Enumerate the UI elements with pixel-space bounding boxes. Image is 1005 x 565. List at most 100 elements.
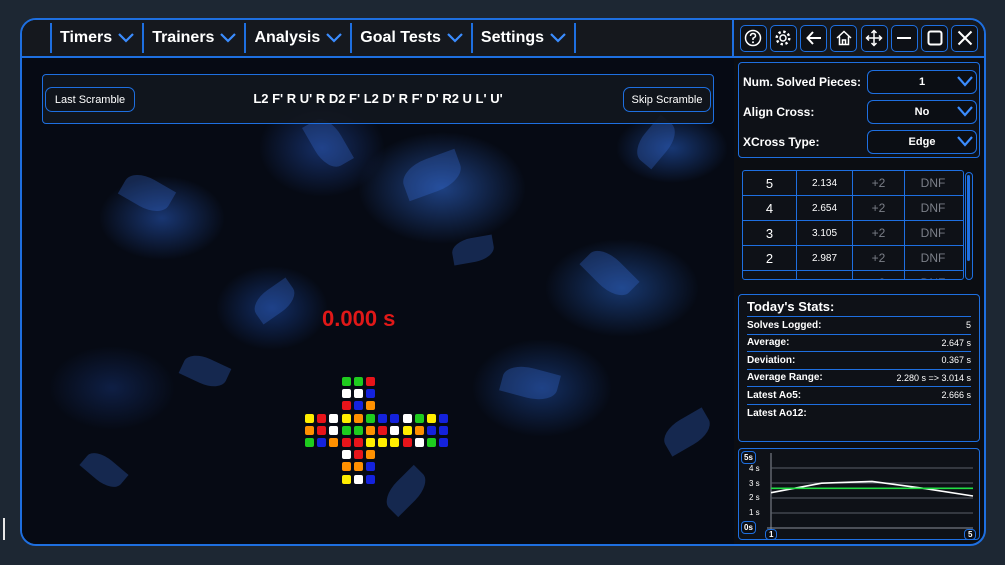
- minimize-button[interactable]: [890, 24, 918, 52]
- cube-sticker: [439, 425, 449, 435]
- x-end-badge: 5: [964, 529, 977, 540]
- settings-button[interactable]: [769, 24, 797, 52]
- help-button[interactable]: [739, 24, 767, 52]
- menu-label: Trainers: [152, 29, 215, 46]
- cube-sticker: [353, 450, 363, 460]
- app-window: Timers Trainers Analysis Goal Tests Sett…: [20, 18, 986, 546]
- solve-time: 3.105: [797, 221, 853, 245]
- plus-two-button[interactable]: +2: [853, 271, 905, 279]
- cube-sticker: [341, 438, 351, 447]
- cube-sticker: [378, 425, 388, 435]
- menu-goal-tests[interactable]: Goal Tests: [350, 23, 471, 53]
- align-cross-select[interactable]: No: [867, 100, 977, 124]
- stat-value: 5: [965, 320, 971, 331]
- solved-pieces-row: Num. Solved Pieces: 1: [743, 69, 977, 95]
- x-start-badge: 1: [765, 529, 778, 540]
- y-max-badge: 5s: [741, 451, 756, 464]
- cube-sticker: [317, 438, 327, 447]
- solve-index: 2: [743, 246, 797, 270]
- stat-row: Latest Ao5: 2.666 s: [747, 387, 971, 405]
- maximize-icon: [927, 30, 943, 46]
- solves-scrollbar[interactable]: [965, 172, 973, 280]
- cube-sticker: [353, 425, 363, 435]
- cube-sticker: [439, 438, 449, 447]
- dnf-button[interactable]: DNF: [905, 246, 961, 270]
- timer-display: 0.000 s: [322, 306, 396, 331]
- cube-sticker: [341, 474, 351, 484]
- move-icon: [865, 29, 883, 47]
- options-panel: Num. Solved Pieces: 1 Align Cross: No XC…: [738, 62, 980, 158]
- xcross-type-select[interactable]: Edge: [867, 130, 977, 154]
- plus-two-button[interactable]: +2: [853, 196, 905, 220]
- minimize-icon: [897, 37, 912, 39]
- chevron-down-icon: [326, 33, 343, 43]
- table-row: 5 2.134 +2 DNF: [743, 171, 963, 196]
- cube-sticker: [341, 413, 351, 423]
- cube-sticker: [402, 413, 412, 423]
- cube-sticker: [305, 413, 314, 423]
- stat-label: Deviation:: [747, 354, 796, 366]
- cube-sticker: [366, 389, 375, 399]
- menu-trainers[interactable]: Trainers: [142, 23, 244, 53]
- close-button[interactable]: [951, 24, 979, 52]
- cube-sticker: [378, 438, 388, 447]
- chevron-down-icon: [118, 33, 134, 43]
- table-row: 2 2.987 +2 DNF: [743, 246, 963, 271]
- solve-time: 2.987: [797, 246, 853, 270]
- scrollbar-thumb[interactable]: [967, 175, 970, 261]
- cube-sticker: [341, 401, 351, 411]
- menu-timers[interactable]: Timers: [50, 23, 142, 53]
- plus-two-button[interactable]: +2: [853, 246, 905, 270]
- dnf-button[interactable]: DNF: [905, 171, 961, 195]
- stat-label: Average Range:: [747, 372, 823, 384]
- skip-scramble-button[interactable]: Skip Scramble: [623, 87, 711, 112]
- y-tick: 2 s: [749, 493, 760, 502]
- cube-sticker: [366, 462, 375, 472]
- solve-index: 3: [743, 221, 797, 245]
- menu-analysis[interactable]: Analysis: [244, 23, 350, 53]
- plus-two-button[interactable]: +2: [853, 221, 905, 245]
- menu-settings[interactable]: Settings: [470, 23, 577, 53]
- dnf-button[interactable]: DNF: [905, 271, 961, 279]
- solve-time: 2.356: [797, 271, 853, 279]
- cube-sticker: [390, 413, 400, 423]
- cube-sticker: [414, 413, 424, 423]
- y-tick: 3 s: [749, 479, 760, 488]
- cube-sticker: [353, 438, 363, 447]
- cube-sticker: [427, 425, 436, 435]
- plus-two-button[interactable]: +2: [853, 171, 905, 195]
- stat-value: 0.367 s: [941, 355, 971, 366]
- xcross-type-label: XCross Type:: [743, 135, 820, 149]
- y-tick: 1 s: [749, 508, 760, 517]
- dnf-button[interactable]: DNF: [905, 196, 961, 220]
- scramble-text: L2 F' R U' R D2 F' L2 D' R F' D' R2 U L'…: [253, 91, 503, 106]
- cube-sticker: [402, 438, 412, 447]
- back-arrow-icon: [805, 31, 821, 45]
- timer-area[interactable]: Last Scramble L2 F' R U' R D2 F' L2 D' R…: [22, 58, 734, 544]
- right-panel: Num. Solved Pieces: 1 Align Cross: No XC…: [736, 58, 984, 544]
- cube-sticker: [366, 438, 375, 447]
- back-button[interactable]: [800, 24, 828, 52]
- solve-index: 4: [743, 196, 797, 220]
- solve-index: 5: [743, 171, 797, 195]
- stat-row: Solves Logged: 5: [747, 317, 971, 335]
- scramble-bar: Last Scramble L2 F' R U' R D2 F' L2 D' R…: [42, 74, 714, 124]
- cube-sticker: [366, 425, 375, 435]
- cube-sticker: [427, 413, 436, 423]
- text-cursor: [3, 518, 5, 540]
- help-icon: [744, 29, 762, 47]
- cube-sticker: [366, 413, 375, 423]
- main-menu: Timers Trainers Analysis Goal Tests Sett…: [22, 20, 734, 58]
- chevron-down-icon: [220, 33, 237, 43]
- chevron-down-icon: [957, 136, 973, 147]
- stat-row: Average: 2.647 s: [747, 335, 971, 352]
- solved-pieces-select[interactable]: 1: [867, 70, 977, 94]
- cube-sticker: [366, 474, 375, 484]
- move-button[interactable]: [860, 24, 888, 52]
- cube-sticker: [390, 425, 400, 435]
- dnf-button[interactable]: DNF: [905, 221, 961, 245]
- home-button[interactable]: [830, 24, 858, 52]
- menu-label: Settings: [480, 29, 545, 46]
- maximize-button[interactable]: [921, 24, 949, 52]
- stat-label: Solves Logged:: [747, 319, 822, 331]
